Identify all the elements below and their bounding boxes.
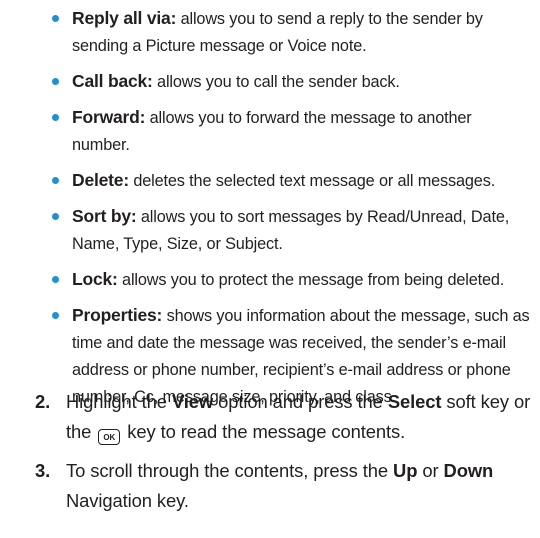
option-description: allows you to sort messages by Read/Unre… bbox=[72, 208, 510, 253]
select-term: Select bbox=[387, 391, 442, 412]
bullet-icon bbox=[52, 276, 59, 283]
option-term: Lock: bbox=[72, 269, 118, 289]
bullet-icon bbox=[52, 177, 59, 184]
step-number: 3. bbox=[35, 460, 51, 481]
option-description: deletes the selected text message or all… bbox=[128, 172, 496, 190]
option-term: Properties: bbox=[72, 305, 163, 325]
step-text: To scroll through the contents, press th… bbox=[66, 460, 394, 481]
step-text: key to read the message contents. bbox=[122, 421, 406, 442]
option-item-lock: Lock: allows you to protect the message … bbox=[52, 266, 532, 294]
option-item-reply-all-via: Reply all via: allows you to send a repl… bbox=[52, 5, 532, 60]
bullet-icon bbox=[52, 114, 59, 121]
bullet-icon bbox=[52, 213, 59, 220]
step-text: Navigation key. bbox=[66, 490, 189, 511]
option-item-call-back: Call back: allows you to call the sender… bbox=[52, 68, 532, 96]
bullet-icon bbox=[52, 78, 59, 85]
option-item-forward: Forward: allows you to forward the messa… bbox=[52, 104, 532, 159]
step-text: or bbox=[417, 460, 444, 481]
option-term: Reply all via: bbox=[72, 8, 177, 28]
option-term: Call back: bbox=[72, 71, 153, 91]
bullet-icon bbox=[52, 15, 59, 22]
step-list: 2. Highlight the View option and press t… bbox=[35, 387, 535, 525]
option-term: Forward: bbox=[72, 107, 146, 127]
step-text: option and press the bbox=[213, 391, 388, 412]
bullet-icon bbox=[52, 312, 59, 319]
option-description: allows you to call the sender back. bbox=[152, 73, 400, 91]
step-number: 2. bbox=[35, 391, 51, 412]
step-item-2: 2. Highlight the View option and press t… bbox=[35, 387, 535, 447]
view-term: View bbox=[171, 391, 214, 412]
step-text: Highlight the bbox=[66, 391, 172, 412]
ok-key-icon: OK bbox=[98, 429, 121, 445]
option-term: Sort by: bbox=[72, 206, 137, 226]
step-item-3: 3. To scroll through the contents, press… bbox=[35, 456, 535, 516]
option-description: allows you to protect the message from b… bbox=[117, 271, 505, 289]
option-list: Reply all via: allows you to send a repl… bbox=[52, 5, 532, 419]
manual-page: Reply all via: allows you to send a repl… bbox=[0, 0, 540, 538]
option-item-sort-by: Sort by: allows you to sort messages by … bbox=[52, 203, 532, 258]
option-term: Delete: bbox=[72, 170, 129, 190]
option-item-delete: Delete: deletes the selected text messag… bbox=[52, 167, 532, 195]
down-term: Down bbox=[443, 460, 494, 481]
up-term: Up bbox=[393, 460, 418, 481]
